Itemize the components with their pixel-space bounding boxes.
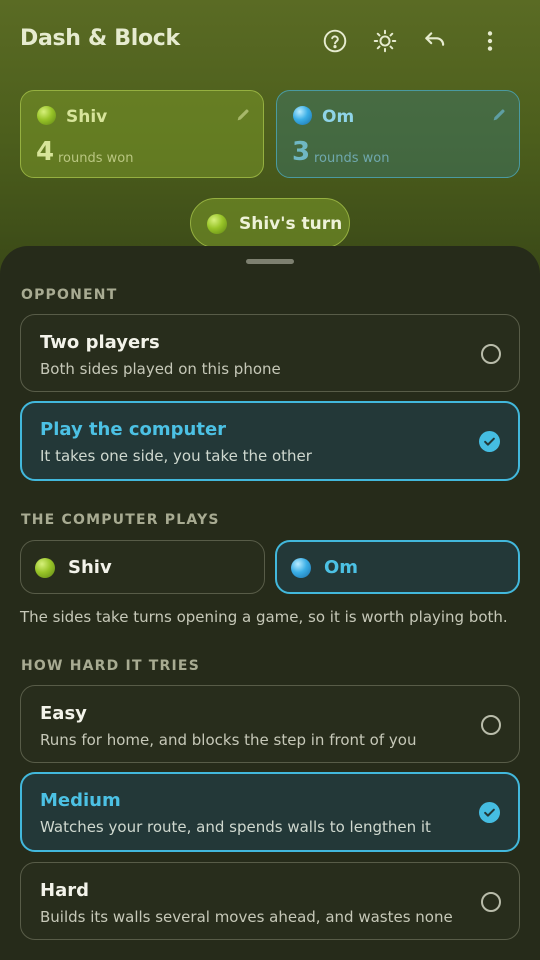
app-title: Dash & Block (20, 26, 180, 51)
option-subtitle: Builds its walls several moves ahead, an… (40, 908, 453, 926)
option-subtitle: Watches your route, and spends walls to … (40, 818, 431, 836)
turn-label: Shiv's turn (239, 214, 343, 234)
sheet-drag-handle[interactable] (246, 259, 294, 264)
option-two-players[interactable]: Two players Both sides played on this ph… (20, 314, 520, 392)
rounds-won-label: rounds won (58, 151, 134, 166)
check-circle-icon (479, 802, 500, 823)
radio-unselected-icon (481, 715, 501, 735)
green-ball-icon (207, 214, 227, 234)
rounds-won-count: 4 (36, 137, 55, 167)
option-subtitle: Runs for home, and blocks the step in fr… (40, 731, 417, 749)
option-title: Play the computer (40, 419, 227, 440)
green-ball-icon (37, 106, 56, 125)
undo-icon[interactable] (420, 26, 450, 56)
more-vert-icon[interactable] (475, 26, 505, 56)
blue-ball-icon (291, 558, 311, 578)
app-bar: Dash & Block (0, 0, 540, 82)
option-easy[interactable]: Easy Runs for home, and blocks the step … (20, 685, 520, 763)
rounds-won-label: rounds won (314, 151, 390, 166)
section-title-opponent: OPPONENT (21, 287, 118, 303)
score-card-om[interactable]: Om 3 rounds won (276, 90, 520, 178)
player-name: Om (322, 107, 355, 127)
radio-unselected-icon (481, 344, 501, 364)
side-label: Om (324, 557, 359, 578)
option-title: Easy (40, 703, 87, 724)
option-title: Medium (40, 790, 121, 811)
check-circle-icon (479, 431, 500, 452)
radio-unselected-icon (481, 892, 501, 912)
option-hard[interactable]: Hard Builds its walls several moves ahea… (20, 862, 520, 940)
sides-hint: The sides take turns opening a game, so … (20, 608, 508, 626)
settings-sheet: OPPONENT Two players Both sides played o… (0, 246, 540, 960)
green-ball-icon (35, 558, 55, 578)
edit-icon[interactable] (491, 107, 507, 123)
theme-icon[interactable] (370, 26, 400, 56)
turn-indicator: Shiv's turn (190, 198, 350, 248)
section-title-difficulty: HOW HARD IT TRIES (21, 658, 200, 674)
option-medium[interactable]: Medium Watches your route, and spends wa… (20, 772, 520, 852)
option-title: Hard (40, 880, 89, 901)
option-play-computer[interactable]: Play the computer It takes one side, you… (20, 401, 520, 481)
score-card-shiv[interactable]: Shiv 4 rounds won (20, 90, 264, 178)
player-name: Shiv (66, 107, 108, 127)
side-label: Shiv (68, 557, 112, 578)
blue-ball-icon (293, 106, 312, 125)
option-subtitle: Both sides played on this phone (40, 360, 281, 378)
help-icon[interactable] (320, 26, 350, 56)
option-title: Two players (40, 332, 160, 353)
side-button-shiv[interactable]: Shiv (20, 540, 265, 594)
edit-icon[interactable] (235, 107, 251, 123)
option-subtitle: It takes one side, you take the other (40, 447, 312, 465)
side-button-om[interactable]: Om (275, 540, 520, 594)
rounds-won-count: 3 (292, 137, 311, 167)
section-title-computer-plays: THE COMPUTER PLAYS (21, 512, 220, 528)
